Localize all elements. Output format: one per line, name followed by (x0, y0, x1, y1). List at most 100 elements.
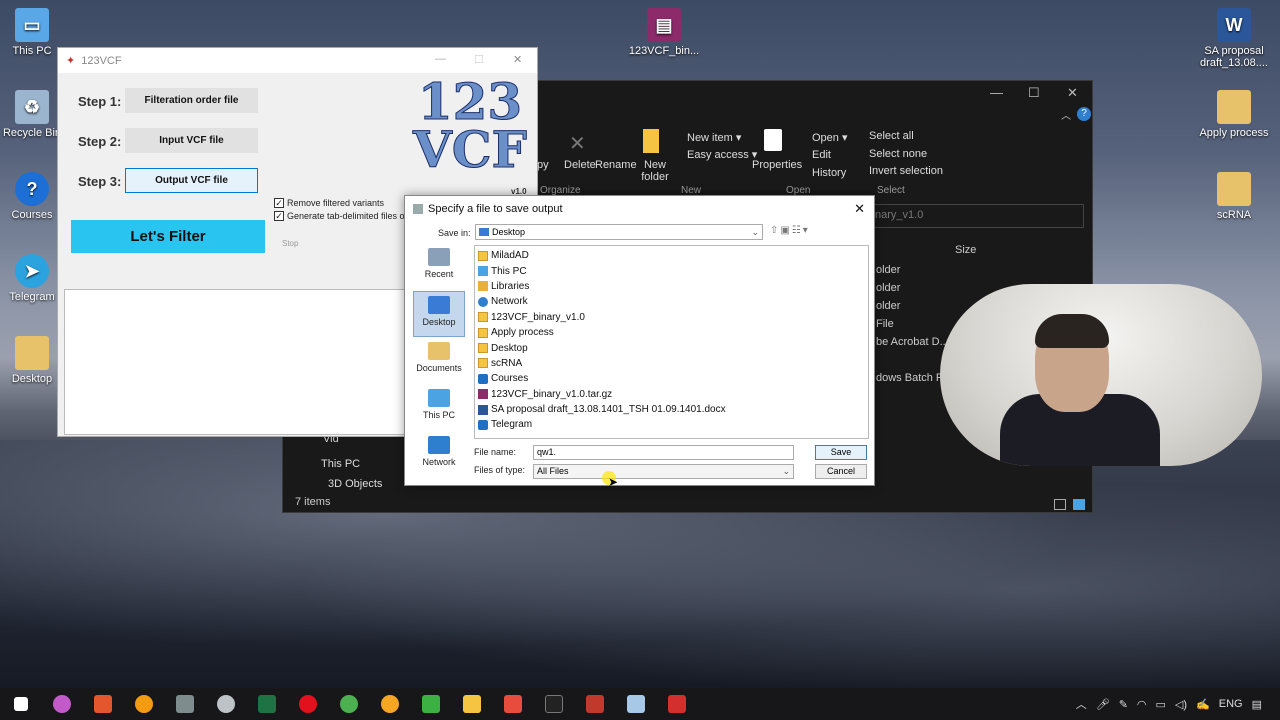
taskbar-app[interactable] (492, 688, 533, 720)
file-list[interactable]: MiladAD This PC Libraries Network 123VCF… (474, 245, 869, 439)
taskbar-app[interactable] (328, 688, 369, 720)
taskbar-app[interactable] (246, 688, 287, 720)
place-recent[interactable]: Recent (413, 244, 465, 290)
place-documents[interactable]: Documents (413, 338, 465, 384)
file-row-type[interactable]: older (876, 300, 900, 312)
taskbar-app[interactable] (82, 688, 123, 720)
taskbar-app[interactable] (656, 688, 697, 720)
filteration-order-file-button[interactable]: Filteration order file (125, 88, 258, 113)
select-none-button[interactable]: Select none (869, 148, 927, 160)
place-desktop[interactable]: Desktop (413, 291, 465, 337)
desktop-icon-scrna[interactable]: scRNA (1196, 172, 1272, 221)
rename-button[interactable]: Rename (595, 159, 637, 171)
cancel-button[interactable]: Cancel (815, 464, 867, 479)
file-row-type[interactable]: File (876, 318, 894, 330)
file-list-item[interactable]: Network (475, 294, 868, 309)
file-list-item[interactable]: 123VCF_binary_v1.0.tar.gz (475, 387, 868, 402)
invert-selection-button[interactable]: Invert selection (869, 165, 943, 177)
file-list-item[interactable]: SA proposal draft_13.08.1401_TSH 01.09.1… (475, 402, 868, 417)
taskbar-app[interactable] (123, 688, 164, 720)
file-name-input[interactable]: qw1. (533, 445, 794, 460)
language-indicator[interactable]: ENG (1219, 698, 1243, 710)
minimize-icon[interactable]: — (990, 85, 1003, 100)
pen-icon[interactable]: ✎ (1119, 698, 1128, 711)
output-vcf-file-button[interactable]: Output VCF file (125, 168, 258, 193)
taskbar-app[interactable] (369, 688, 410, 720)
taskbar-app[interactable] (615, 688, 656, 720)
large-icons-view-icon[interactable] (1073, 499, 1085, 510)
easy-access-button[interactable]: Easy access ▾ (687, 148, 757, 161)
ink-workspace-icon[interactable]: ✍ (1196, 698, 1210, 711)
collapse-ribbon-icon[interactable]: ︿ (1061, 107, 1071, 122)
microphone-icon[interactable]: 🎤︎ (1096, 698, 1110, 711)
file-row-type[interactable]: older (876, 264, 900, 276)
save-in-dropdown[interactable]: Desktop ⌄ (475, 224, 763, 240)
taskbar-app[interactable] (205, 688, 246, 720)
help-icon[interactable]: ? (1077, 107, 1091, 121)
taskbar-app[interactable] (410, 688, 451, 720)
file-list-item[interactable]: scRNA (475, 356, 868, 371)
volume-icon[interactable]: ◁) (1175, 698, 1187, 711)
nav-item-this-pc[interactable]: This PC (321, 458, 360, 470)
battery-icon[interactable]: ▭ (1156, 698, 1166, 711)
file-list-item[interactable]: MiladAD (475, 248, 868, 263)
taskbar-app[interactable] (451, 688, 492, 720)
output-log-area[interactable] (64, 289, 406, 435)
files-of-type-dropdown[interactable]: All Files ⌄ (533, 464, 794, 479)
desktop-icon-sa-proposal[interactable]: W SA proposal draft_13.08.... (1196, 8, 1272, 69)
file-list-item[interactable]: This PC (475, 263, 868, 278)
copy-button[interactable]: py (537, 159, 549, 171)
address-bar[interactable]: nary_v1.0 (868, 204, 1084, 228)
properties-button[interactable]: Properties (752, 159, 802, 171)
remove-filtered-checkbox[interactable]: ✓ Remove filtered variants (274, 198, 384, 208)
desktop-icon-apply-process[interactable]: Apply process (1196, 90, 1272, 139)
notifications-icon[interactable]: ▤ (1252, 698, 1262, 711)
generate-tab-delimited-checkbox[interactable]: ✓ Generate tab-delimited files of (274, 211, 407, 221)
column-header-size[interactable]: Size (955, 244, 976, 256)
search-icon (134, 695, 153, 713)
up-folder-icon[interactable]: ⇧ (770, 225, 780, 236)
notes-icon (626, 695, 645, 713)
shortcut-icon (478, 373, 488, 384)
chevron-up-icon[interactable]: ︿ (1076, 696, 1087, 712)
close-icon[interactable]: ✕ (854, 201, 865, 217)
close-icon[interactable]: ✕ (1067, 85, 1078, 101)
desktop-icon-123vcf-archive[interactable]: ▤ 123VCF_bin... (626, 8, 702, 57)
file-list-item[interactable]: Apply process (475, 325, 868, 340)
input-vcf-file-button[interactable]: Input VCF file (125, 128, 258, 153)
file-list-item[interactable]: Libraries (475, 279, 868, 294)
save-button[interactable]: Save (815, 445, 867, 460)
start-button[interactable] (0, 688, 41, 720)
file-list-item[interactable]: Telegram (475, 417, 868, 432)
wifi-icon[interactable]: ◠ (1137, 698, 1147, 711)
open-button[interactable]: Open ▾ (812, 131, 848, 144)
new-item-button[interactable]: New item ▾ (687, 131, 741, 144)
new-folder-icon[interactable]: ▣ (780, 225, 791, 236)
file-list-item[interactable]: Desktop (475, 340, 868, 355)
minimize-icon[interactable]: — (435, 53, 446, 65)
nav-item-3d-objects[interactable]: 3D Objects (328, 478, 382, 490)
delete-button[interactable]: Delete (564, 159, 596, 171)
lets-filter-button[interactable]: Let's Filter (71, 220, 265, 253)
new-folder-button[interactable]: New folder (640, 159, 670, 183)
taskbar-app[interactable] (574, 688, 615, 720)
view-menu-icon[interactable]: ☷▾ (792, 225, 810, 236)
close-icon[interactable]: ✕ (513, 53, 522, 66)
details-view-icon[interactable] (1054, 499, 1066, 510)
file-row-type[interactable]: be Acrobat D... (876, 336, 949, 348)
taskbar-app[interactable] (41, 688, 82, 720)
edit-button[interactable]: Edit (812, 149, 831, 161)
taskbar-app[interactable] (164, 688, 205, 720)
file-list-item[interactable]: 123VCF_binary_v1.0 (475, 310, 868, 325)
history-button[interactable]: History (812, 167, 846, 179)
maximize-icon[interactable]: ☐ (1028, 85, 1040, 101)
place-network[interactable]: Network (413, 432, 465, 478)
file-list-item[interactable]: Courses (475, 371, 868, 386)
select-all-button[interactable]: Select all (869, 130, 914, 142)
taskbar-app[interactable] (287, 688, 328, 720)
file-row-type[interactable]: older (876, 282, 900, 294)
place-this-pc[interactable]: This PC (413, 385, 465, 431)
taskbar-app[interactable] (533, 688, 574, 720)
stop-button[interactable]: Stop (282, 239, 298, 248)
maximize-icon[interactable]: ☐ (474, 53, 484, 66)
